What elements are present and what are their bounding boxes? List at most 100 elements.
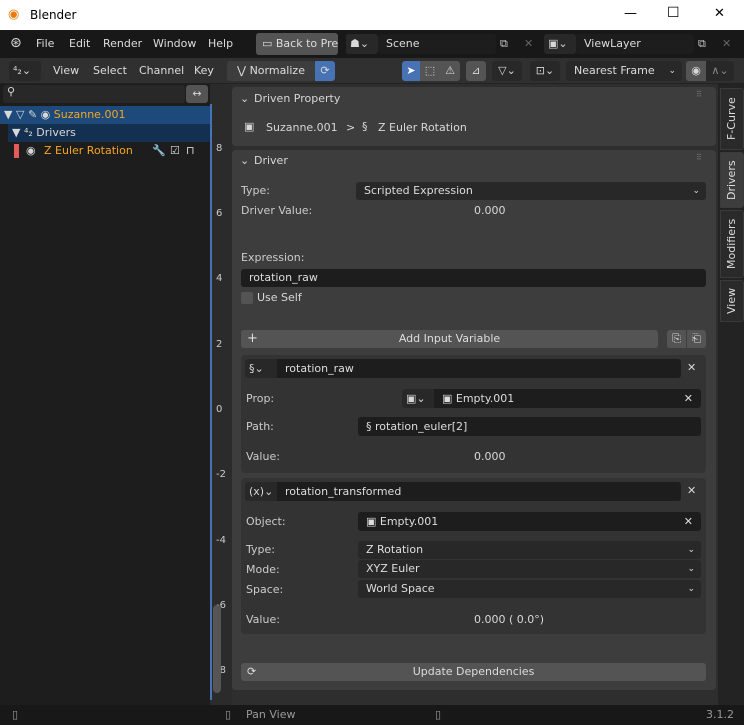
menu-render[interactable]: Render bbox=[103, 30, 142, 58]
menu-edit[interactable]: Edit bbox=[69, 30, 90, 58]
view-layer-field[interactable]: ViewLayer bbox=[576, 34, 694, 54]
channel-object-row[interactable]: ▼ ▽ ✎ ◉ Suzanne.001 bbox=[0, 106, 210, 124]
blender-menu-icon[interactable]: ⊛ bbox=[10, 35, 22, 51]
pin-icon[interactable]: ✎ bbox=[28, 108, 37, 121]
prop-id-field[interactable]: ▣ Empty.001 ✕ bbox=[434, 389, 701, 408]
cursor-view-icon[interactable]: ⊿ bbox=[466, 61, 486, 81]
variable-value: 0.000 bbox=[474, 450, 506, 463]
modifier-wrench-icon[interactable]: 🔧 bbox=[152, 142, 166, 160]
fcurve-color-swatch bbox=[14, 144, 19, 158]
driver-value-label: Driver Value: bbox=[241, 204, 313, 217]
copy-variables-icon[interactable]: ⎘ bbox=[667, 330, 686, 348]
snap-mode-label: Nearest Frame bbox=[574, 64, 655, 77]
channel-search-input[interactable]: ⚲ bbox=[3, 85, 185, 103]
variable-type-transform-icon[interactable]: (x)⌄ bbox=[245, 482, 277, 501]
scene-field[interactable]: Scene bbox=[378, 34, 496, 54]
transform-type-value: Z Rotation bbox=[366, 543, 424, 556]
clear-icon[interactable]: ✕ bbox=[684, 512, 693, 531]
falloff-icon[interactable]: ∧⌄ bbox=[706, 61, 734, 81]
editor-type-icon[interactable]: ⁴₂⌄ bbox=[9, 61, 41, 81]
channel-drivers-row[interactable]: ▼ ⁴₂ Drivers bbox=[8, 124, 210, 142]
back-to-previous-button[interactable]: ▭ Back to Pre bbox=[256, 33, 338, 55]
menu-window[interactable]: Window bbox=[153, 30, 196, 58]
panel-title[interactable]: Driver bbox=[254, 154, 288, 167]
expression-input[interactable]: rotation_raw bbox=[241, 269, 706, 287]
only-selected-icon[interactable]: ➤ bbox=[402, 61, 420, 81]
proportional-edit-icon[interactable]: ◉ bbox=[686, 61, 706, 81]
new-view-layer-icon[interactable]: ⧉ bbox=[698, 37, 706, 51]
driver-type-dropdown[interactable]: Scripted Expression ⌄ bbox=[356, 182, 706, 200]
path-input[interactable]: § rotation_euler[2] bbox=[358, 417, 701, 436]
new-scene-icon[interactable]: ⧉ bbox=[500, 37, 508, 51]
tab-f-curve[interactable]: F-Curve bbox=[720, 88, 744, 150]
auto-normalize-icon[interactable]: ⟳ bbox=[315, 61, 335, 81]
driver-value: 0.000 bbox=[474, 204, 506, 217]
delete-scene-icon[interactable]: ✕ bbox=[524, 37, 533, 50]
menu-file[interactable]: File bbox=[36, 30, 54, 58]
rotation-mode-dropdown[interactable]: XYZ Euler ⌄ bbox=[358, 560, 701, 578]
variable-name-input[interactable]: rotation_transformed bbox=[277, 482, 681, 501]
clear-icon[interactable]: ✕ bbox=[684, 389, 693, 408]
invert-filter-icon[interactable]: ↔ bbox=[186, 85, 208, 103]
view-layer-selector-icon[interactable]: ▣⌄ bbox=[544, 34, 576, 54]
back-button-label: Back to Pre bbox=[275, 37, 338, 50]
blender-logo-icon: ◉ bbox=[8, 7, 20, 22]
id-type-icon[interactable]: ▣⌄ bbox=[402, 389, 434, 408]
remove-variable-icon[interactable]: ✕ bbox=[687, 361, 696, 374]
pivot-icon[interactable]: ⊡⌄ bbox=[530, 61, 560, 81]
add-input-variable-button[interactable]: + Add Input Variable bbox=[241, 330, 658, 348]
eye-icon[interactable]: ◉ bbox=[41, 108, 51, 121]
object-field[interactable]: ▣ Empty.001 ✕ bbox=[358, 512, 701, 531]
minimize-button[interactable]: — bbox=[624, 6, 637, 21]
paste-variables-icon[interactable]: ⎗ bbox=[687, 330, 706, 348]
panel-title[interactable]: Driven Property bbox=[254, 92, 340, 105]
lock-icon[interactable]: ⊓ bbox=[186, 142, 195, 160]
chevron-down-icon: ⌄ bbox=[687, 564, 695, 574]
errors-warning-icon[interactable]: ⚠ bbox=[440, 61, 460, 81]
delete-view-layer-icon[interactable]: ✕ bbox=[722, 37, 731, 50]
plus-icon: + bbox=[247, 331, 258, 346]
tab-modifiers[interactable]: Modifiers bbox=[720, 210, 744, 278]
rna-icon: § bbox=[366, 420, 375, 433]
menu-help[interactable]: Help bbox=[208, 30, 233, 58]
vertical-scrollbar[interactable] bbox=[213, 605, 221, 693]
normalize-toggle[interactable]: ⋁ Normalize bbox=[227, 61, 315, 81]
prop-id-value: Empty.001 bbox=[455, 392, 515, 405]
use-self-label[interactable]: Use Self bbox=[257, 291, 302, 304]
expression-label: Expression: bbox=[241, 251, 305, 264]
drag-handle-icon[interactable]: ⠿ bbox=[696, 90, 702, 99]
maximize-button[interactable]: ☐ bbox=[667, 5, 680, 21]
menu-key[interactable]: Key bbox=[194, 58, 214, 84]
hidden-icon[interactable]: ⬚ bbox=[420, 61, 440, 81]
remove-variable-icon[interactable]: ✕ bbox=[687, 484, 696, 497]
expand-triangle-icon[interactable]: ▼ bbox=[0, 108, 12, 121]
close-button[interactable]: ✕ bbox=[714, 6, 725, 21]
chevron-down-icon[interactable]: ⌄ bbox=[240, 154, 249, 167]
mesh-icon: ▽ bbox=[15, 108, 25, 121]
tab-view[interactable]: View bbox=[720, 280, 744, 322]
mute-checkbox[interactable]: ☑ bbox=[170, 142, 180, 160]
menu-channel[interactable]: Channel bbox=[139, 58, 184, 84]
y-tick: 0 bbox=[216, 404, 223, 415]
channel-region: ⚲ ↔ ▼ ▽ ✎ ◉ Suzanne.001 ▼ ⁴₂ Drivers ◉ Z… bbox=[0, 84, 210, 705]
menu-view[interactable]: View bbox=[53, 58, 79, 84]
status-action: Pan View bbox=[246, 708, 296, 721]
space-dropdown[interactable]: World Space ⌄ bbox=[358, 580, 701, 598]
variable-type-dna-icon[interactable]: §⌄ bbox=[245, 359, 277, 378]
drag-handle-icon[interactable]: ⠿ bbox=[696, 153, 702, 162]
scene-selector-icon[interactable]: ☗⌄ bbox=[346, 34, 378, 54]
variable-name-input[interactable]: rotation_raw bbox=[277, 359, 681, 378]
transform-type-dropdown[interactable]: Z Rotation ⌄ bbox=[358, 541, 701, 559]
chevron-down-icon[interactable]: ⌄ bbox=[240, 92, 249, 105]
eye-icon[interactable]: ◉ bbox=[26, 142, 36, 160]
snap-mode-dropdown[interactable]: Nearest Frame ⌄ bbox=[566, 61, 682, 81]
tab-drivers[interactable]: Drivers bbox=[720, 152, 744, 208]
use-self-checkbox[interactable] bbox=[241, 292, 253, 304]
update-dependencies-button[interactable]: ⟳ Update Dependencies bbox=[241, 663, 706, 681]
filter-icon[interactable]: ▽⌄ bbox=[492, 61, 522, 81]
channel-fcurve-row[interactable]: ◉ Z Euler Rotation 🔧 ☑ ⊓ bbox=[14, 142, 210, 160]
title-bar: ◉ Blender — ☐ ✕ bbox=[0, 0, 744, 30]
mouse-middle-icon: ▯ bbox=[225, 708, 232, 721]
expand-triangle-icon[interactable]: ▼ bbox=[8, 126, 20, 139]
menu-select[interactable]: Select bbox=[93, 58, 127, 84]
